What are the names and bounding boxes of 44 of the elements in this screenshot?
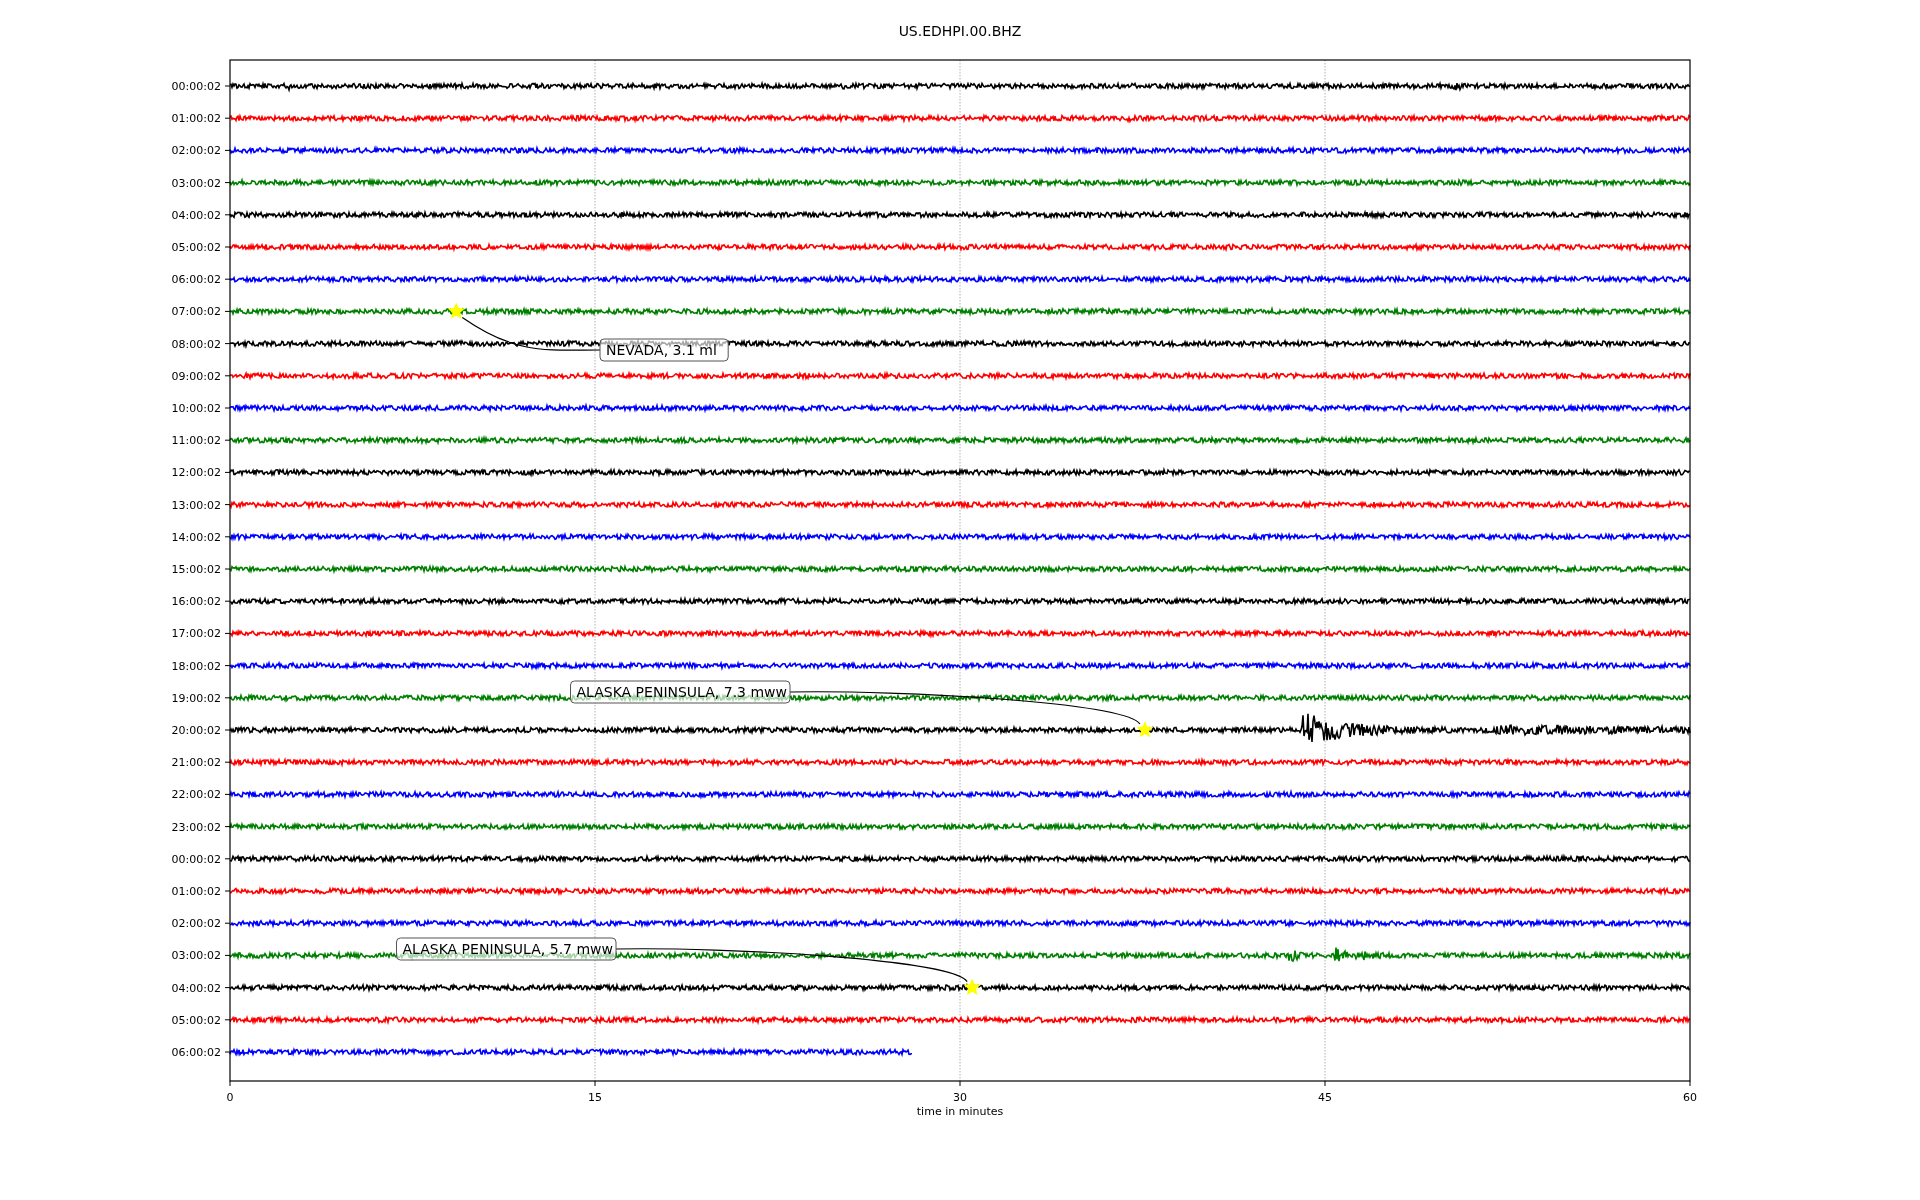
time-label: 00:00:02: [171, 80, 221, 93]
time-label: 22:00:02: [171, 788, 221, 802]
time-label: 06:00:02: [171, 273, 221, 287]
time-label: 16:00:02: [171, 595, 221, 609]
time-label: 03:00:02: [171, 176, 221, 190]
plot-title: US.EDHPI.00.BHZ: [898, 23, 1022, 39]
time-label: 03:00:02: [171, 949, 221, 963]
time-label: 21:00:02: [171, 756, 221, 770]
time-label: 01:00:02: [171, 885, 221, 898]
time-label: 01:00:02: [171, 112, 221, 126]
event-label: NEVADA, 3.1 ml: [599, 338, 729, 362]
x-tick-label: 0: [226, 1091, 234, 1104]
time-label: 12:00:02: [171, 466, 221, 480]
time-label: 23:00:02: [171, 820, 221, 834]
time-label: 17:00:02: [171, 627, 221, 641]
time-label: 02:00:02: [171, 144, 221, 158]
x-tick-label: 30: [953, 1091, 967, 1104]
star-icon: [1136, 721, 1154, 738]
time-label: 06:00:02: [171, 1046, 221, 1059]
time-label: 20:00:02: [171, 724, 221, 737]
time-label: 10:00:02: [171, 402, 221, 415]
time-label: 07:00:02: [171, 305, 221, 319]
x-tick-label: 60: [1683, 1091, 1697, 1104]
time-label: 04:00:02: [171, 208, 221, 222]
time-label: 11:00:02: [171, 434, 221, 448]
time-label: 05:00:02: [171, 1013, 221, 1027]
time-label: 15:00:02: [171, 563, 221, 576]
time-label: 09:00:02: [171, 369, 221, 383]
star-icon: [963, 978, 981, 995]
time-label: 14:00:02: [171, 530, 221, 544]
x-tick-label: 15: [588, 1091, 602, 1104]
event-label: ALASKA PENINSULA, 5.7 mww: [396, 937, 617, 961]
time-label: 18:00:02: [171, 659, 221, 673]
x-tick-label: 45: [1318, 1091, 1332, 1104]
time-label: 02:00:02: [171, 917, 221, 931]
x-axis-label: time in minutes: [916, 1105, 1004, 1118]
time-label: 13:00:02: [171, 498, 221, 512]
time-label: 08:00:02: [171, 337, 221, 351]
time-label: 19:00:02: [171, 691, 221, 705]
time-label: 00:00:02: [171, 852, 221, 866]
star-icon: [447, 302, 465, 319]
event-label: ALASKA PENINSULA, 7.3 mww: [570, 680, 791, 704]
time-label: 05:00:02: [171, 241, 221, 254]
time-label: 04:00:02: [171, 981, 221, 995]
